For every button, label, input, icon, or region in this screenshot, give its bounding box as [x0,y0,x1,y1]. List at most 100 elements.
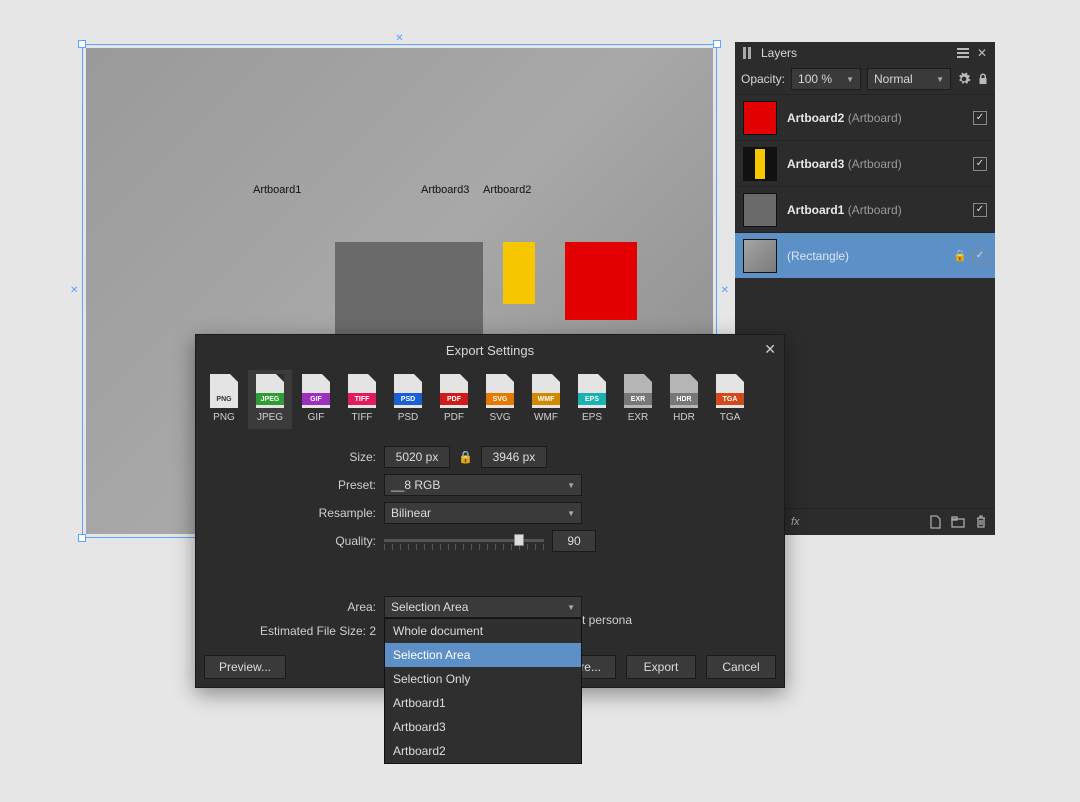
selection-handle-bl[interactable] [78,534,86,542]
format-label: EPS [582,412,602,423]
chevron-down-icon: ▼ [567,509,575,518]
format-jpeg[interactable]: JPEGJPEG [248,370,292,429]
selection-tick-top[interactable]: ✕ [395,34,403,44]
format-label: JPEG [257,412,283,423]
format-label: WMF [534,412,558,423]
layer-row[interactable]: Artboard3 (Artboard) ✓ [735,140,995,186]
area-option[interactable]: Artboard2 [385,739,581,763]
layer-row[interactable]: Artboard2 (Artboard) ✓ [735,94,995,140]
opacity-label: Opacity: [741,72,785,86]
blend-mode-value: Normal [874,72,913,86]
size-width-input[interactable]: 5020 px [384,446,450,468]
chevron-down-icon: ▼ [567,603,575,612]
format-gif[interactable]: GIFGIF [294,370,338,429]
fx-icon[interactable]: fx [791,516,800,528]
size-label: Size: [196,450,376,464]
trash-icon[interactable] [975,515,987,529]
panel-menu-icon[interactable] [957,48,969,58]
format-exr[interactable]: EXREXR [616,370,660,429]
layers-panel-title: Layers [761,46,797,60]
export-title-text: Export Settings [446,343,534,358]
layer-name: (Rectangle) [787,249,849,263]
format-label: GIF [308,412,325,423]
resample-select[interactable]: Bilinear▼ [384,502,582,524]
layer-visibility-checkbox[interactable]: ✓ [973,157,987,171]
format-tga[interactable]: TGATGA [708,370,752,429]
area-select[interactable]: Selection Area▼ [384,596,582,618]
area-option[interactable]: Artboard1 [385,691,581,715]
format-eps[interactable]: EPSEPS [570,370,614,429]
preview-button[interactable]: Preview... [204,655,286,679]
format-pdf[interactable]: PDFPDF [432,370,476,429]
opacity-value: 100 % [798,72,832,86]
chevron-down-icon: ▼ [846,75,854,84]
format-label: HDR [673,412,695,423]
format-tiff[interactable]: TIFFTIFF [340,370,384,429]
selection-handle-tl[interactable] [78,40,86,48]
layer-visibility-checkbox[interactable]: ✓ [973,203,987,217]
layer-visibility-checkbox[interactable]: ✓ [973,249,987,263]
close-icon[interactable]: ✕ [764,341,776,358]
area-option[interactable]: Artboard3 [385,715,581,739]
layer-name: Artboard1 (Artboard) [787,203,902,217]
gear-icon[interactable] [957,72,971,86]
area-option[interactable]: Whole document [385,619,581,643]
format-psd[interactable]: PSDPSD [386,370,430,429]
hint-text-partial: t persona [582,613,632,627]
panel-close-icon[interactable]: ✕ [977,46,987,60]
format-list: PNGPNGJPEGJPEGGIFGIFTIFFTIFFPSDPSDPDFPDF… [196,366,784,433]
export-button[interactable]: Export [626,655,696,679]
preset-label: Preset: [196,478,376,492]
cancel-button[interactable]: Cancel [706,655,776,679]
layer-name: Artboard2 (Artboard) [787,111,902,125]
lock-icon[interactable] [977,72,989,86]
area-dropdown-menu: Whole documentSelection AreaSelection On… [384,618,582,764]
quality-slider-thumb[interactable] [514,534,524,546]
layers-opacity-row: Opacity: 100 % ▼ Normal ▼ [735,64,995,94]
new-layer-icon[interactable] [929,515,941,529]
format-png[interactable]: PNGPNG [202,370,246,429]
lock-icon: 🔒 [953,249,967,262]
blend-mode-dropdown[interactable]: Normal ▼ [867,68,951,90]
chevron-down-icon: ▼ [567,481,575,490]
format-label: PDF [444,412,464,423]
layer-thumb [743,193,777,227]
panel-dock-icon[interactable] [743,47,753,59]
est-size-label: Estimated File Size: 2 [196,624,376,638]
layer-thumb [743,101,777,135]
layer-thumb [743,147,777,181]
format-label: TGA [720,412,741,423]
layer-thumb [743,239,777,273]
selection-tick-left[interactable]: ✕ [70,286,78,296]
layer-row[interactable]: (Rectangle) 🔒 ✓ [735,232,995,278]
layer-name: Artboard3 (Artboard) [787,157,902,171]
quality-slider[interactable] [384,532,544,550]
size-height-input[interactable]: 3946 px [481,446,547,468]
resample-label: Resample: [196,506,376,520]
format-label: PNG [213,412,235,423]
format-wmf[interactable]: WMFWMF [524,370,568,429]
format-label: TIFF [351,412,372,423]
area-option[interactable]: Selection Area [385,643,581,667]
lock-aspect-icon[interactable]: 🔒 [458,450,473,464]
layers-panel-header: Layers ✕ [735,42,995,64]
format-hdr[interactable]: HDRHDR [662,370,706,429]
export-dialog: Export Settings ✕ PNGPNGJPEGJPEGGIFGIFTI… [195,334,785,688]
export-dialog-title: Export Settings ✕ [196,335,784,366]
chevron-down-icon: ▼ [936,75,944,84]
format-label: SVG [489,412,510,423]
selection-handle-tr[interactable] [713,40,721,48]
quality-label: Quality: [196,534,376,548]
area-label: Area: [196,600,376,614]
selection-tick-right[interactable]: ✕ [721,286,729,296]
preset-select[interactable]: __8 RGB▼ [384,474,582,496]
opacity-dropdown[interactable]: 100 % ▼ [791,68,861,90]
format-label: PSD [398,412,419,423]
layer-row[interactable]: Artboard1 (Artboard) ✓ [735,186,995,232]
group-icon[interactable] [951,516,965,528]
layer-visibility-checkbox[interactable]: ✓ [973,111,987,125]
quality-input[interactable]: 90 [552,530,596,552]
format-svg[interactable]: SVGSVG [478,370,522,429]
format-label: EXR [628,412,649,423]
area-option[interactable]: Selection Only [385,667,581,691]
